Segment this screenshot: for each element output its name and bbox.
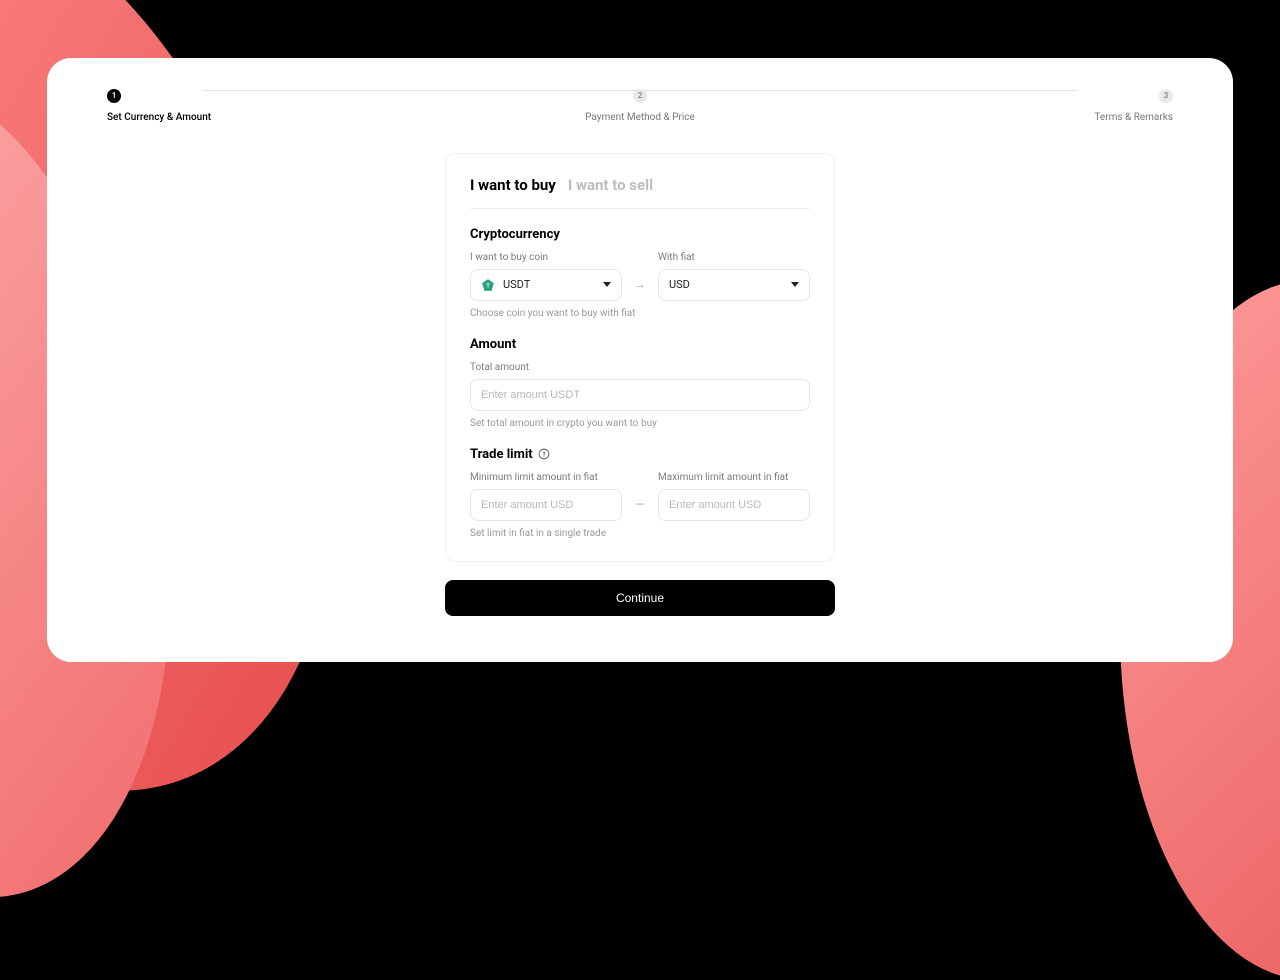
chevron-down-icon [791,282,799,287]
limit-helper: Set limit in fiat in a single trade [470,528,810,539]
chevron-down-icon [603,282,611,287]
coin-select[interactable]: T USDT [470,269,622,301]
crypto-helper: Choose coin you want to buy with fiat [470,308,810,319]
tab-buy[interactable]: I want to buy [470,176,556,194]
max-limit-label: Maximum limit amount in fiat [658,472,810,483]
fiat-select[interactable]: USD [658,269,810,301]
max-limit-wrap [658,489,810,521]
buy-sell-tabs: I want to buy I want to sell [470,176,810,209]
coin-select-value: USDT [503,278,530,291]
min-limit-label: Minimum limit amount in fiat [470,472,622,483]
step-2: 2 Payment Method & Price [267,83,1013,123]
step-2-label: Payment Method & Price [267,112,1013,123]
step-3-bubble: 3 [1159,89,1173,103]
arrow-right-icon: → [632,269,648,301]
step-3-label: Terms & Remarks [1013,112,1173,123]
crypto-section-title: Cryptocurrency [470,227,810,242]
fiat-select-label: With fiat [658,252,810,263]
min-limit-input[interactable] [481,499,611,511]
limit-section-title: Trade limit ? [470,447,810,462]
svg-text:?: ? [542,451,545,458]
range-dash-icon: — [632,489,648,521]
fiat-select-value: USD [669,278,690,291]
app-card: 1 Set Currency & Amount 2 Payment Method… [47,58,1233,662]
tab-sell[interactable]: I want to sell [568,176,653,194]
amount-label: Total amount [470,362,810,373]
amount-section-title: Amount [470,337,810,352]
form-panel: I want to buy I want to sell Cryptocurre… [445,153,835,562]
step-1: 1 Set Currency & Amount [107,83,267,123]
svg-text:T: T [486,283,490,289]
max-limit-input[interactable] [669,499,799,511]
coin-select-label: I want to buy coin [470,252,622,263]
amount-input[interactable] [481,389,799,401]
help-icon[interactable]: ? [538,448,550,460]
step-1-bubble: 1 [107,89,121,103]
usdt-icon: T [481,278,495,292]
min-limit-wrap [470,489,622,521]
continue-button[interactable]: Continue [445,580,835,616]
step-1-label: Set Currency & Amount [107,112,267,123]
step-3: 3 Terms & Remarks [1013,83,1173,123]
amount-input-wrap [470,379,810,411]
amount-helper: Set total amount in crypto you want to b… [470,418,810,429]
step-2-bubble: 2 [633,89,647,103]
